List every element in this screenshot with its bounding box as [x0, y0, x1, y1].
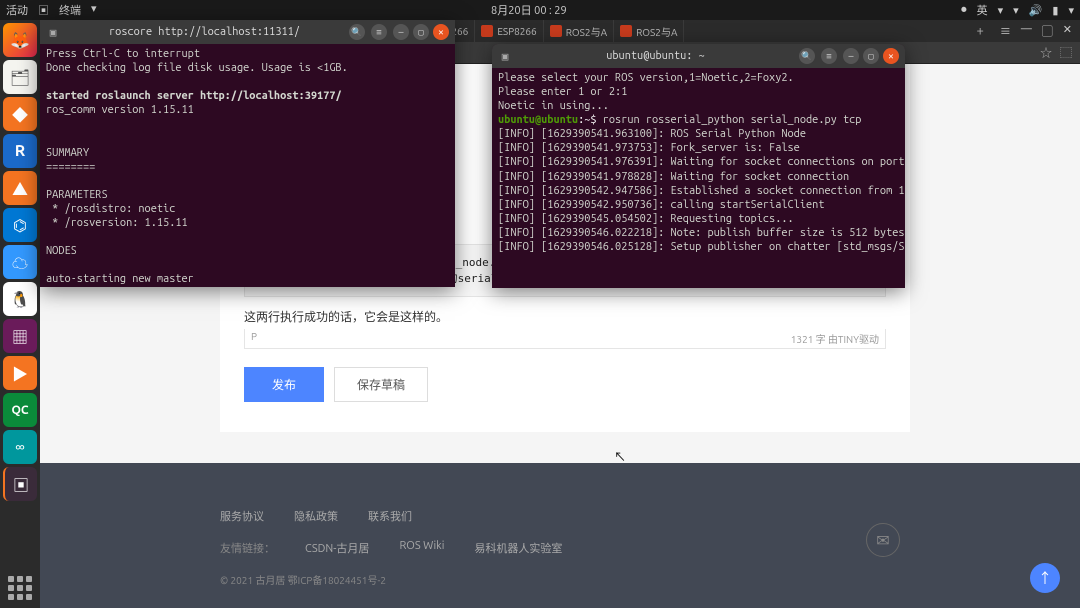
- system-topbar: 活动 ▣ 终端 ▾ 8月20日 00 : 29 ⏺ 英 ▾ ▾ 🔊 ▮ ▾: [0, 0, 1080, 20]
- network-icon[interactable]: ▾: [1013, 4, 1019, 17]
- datetime-label[interactable]: 8月20日 00 : 29: [97, 2, 962, 18]
- dock-qq[interactable]: 🐧: [3, 282, 37, 316]
- editor-statusbar: P 1321 字 由TINY驱动: [244, 329, 886, 349]
- dock-arduino[interactable]: ∞: [3, 430, 37, 464]
- terminal-title: ubuntu@ubuntu: ~: [518, 50, 793, 62]
- terminal-icon: ▣: [38, 2, 49, 18]
- page-footer: 服务协议 隐私政策 联系我们 友情链接： CSDN-古月居 ROS Wiki 易…: [40, 463, 1080, 608]
- terminal-search-icon[interactable]: 🔍: [799, 48, 815, 64]
- browser-menu-button[interactable]: ≡: [1000, 23, 1011, 39]
- wechat-icon[interactable]: ✉: [866, 523, 900, 557]
- terminal-minimize-button[interactable]: —: [843, 48, 859, 64]
- screen-record-icon[interactable]: ⏺: [961, 4, 967, 17]
- footer-link-csdn[interactable]: CSDN-古月居: [305, 540, 369, 556]
- input-language-dropdown-icon[interactable]: ▾: [998, 4, 1004, 17]
- dock-rstudio[interactable]: R: [3, 134, 37, 168]
- terminal-maximize-button[interactable]: ▢: [413, 24, 429, 40]
- dock-media[interactable]: ▦: [3, 319, 37, 353]
- terminal-newtab-icon[interactable]: ▣: [46, 26, 60, 39]
- terminal-output[interactable]: Press Ctrl-C to interrupt Done checking …: [40, 44, 455, 287]
- browser-close-button[interactable]: ✕: [1063, 23, 1072, 39]
- system-menu-dropdown-icon[interactable]: ▾: [1068, 4, 1074, 17]
- terminal-maximize-button[interactable]: ▢: [863, 48, 879, 64]
- dock-cloud[interactable]: ☁: [3, 245, 37, 279]
- footer-link-roswiki[interactable]: ROS Wiki: [399, 540, 444, 556]
- dock-vscode[interactable]: ⌬: [3, 208, 37, 242]
- footer-friends-label: 友情链接：: [220, 540, 275, 556]
- footer-link-terms[interactable]: 服务协议: [220, 508, 264, 524]
- scroll-top-button[interactable]: ↑: [1030, 563, 1060, 593]
- terminal-title: roscore http://localhost:11311/: [66, 26, 343, 38]
- footer-copyright: © 2021 古月居 鄂ICP备18024451号-2: [220, 572, 1080, 587]
- dock-apps-button[interactable]: [0, 576, 40, 600]
- dock-qtcreator[interactable]: QC: [3, 393, 37, 427]
- terminal-menu-icon[interactable]: ≡: [821, 48, 837, 64]
- activities-label[interactable]: 活动: [6, 2, 28, 18]
- tab-label: ROS2与A: [566, 24, 607, 39]
- terminal-search-icon[interactable]: 🔍: [349, 24, 365, 40]
- browser-tab[interactable]: ESP8266: [475, 20, 543, 42]
- dock-terminal[interactable]: ▣: [3, 467, 37, 501]
- input-language-label[interactable]: 英: [977, 2, 988, 18]
- browser-maximize-button[interactable]: ▢: [1042, 23, 1053, 39]
- browser-minimize-button[interactable]: —: [1021, 23, 1032, 39]
- dock-files[interactable]: 🗂: [3, 60, 37, 94]
- footer-link-contact[interactable]: 联系我们: [368, 508, 412, 524]
- editor-status-right: 1321 字 由TINY驱动: [791, 331, 879, 346]
- terminal-close-button[interactable]: ✕: [883, 48, 899, 64]
- browser-tab[interactable]: ROS2与A: [614, 20, 684, 42]
- terminal-menu-icon[interactable]: ≡: [371, 24, 387, 40]
- dock-ubuntu-software[interactable]: ◆: [3, 97, 37, 131]
- dock-presentation[interactable]: ▶: [3, 356, 37, 390]
- dock-vlc[interactable]: ▲: [3, 171, 37, 205]
- tab-label: ROS2与A: [636, 24, 677, 39]
- publish-button[interactable]: 发布: [244, 367, 324, 402]
- terminal-window-rosserial[interactable]: ▣ ubuntu@ubuntu: ~ 🔍 ≡ — ▢ ✕ Please sele…: [492, 44, 905, 288]
- favicon-icon: [481, 25, 493, 37]
- favicon-icon: [620, 25, 632, 37]
- volume-icon[interactable]: 🔊: [1029, 4, 1043, 17]
- tab-label: ESP8266: [497, 26, 536, 37]
- current-app-label[interactable]: 终端: [59, 2, 81, 18]
- dock: 🦊 🗂 ◆ R ▲ ⌬ ☁ 🐧 ▦ ▶ QC ∞ ▣: [0, 20, 40, 608]
- terminal-titlebar[interactable]: ▣ roscore http://localhost:11311/ 🔍 ≡ — …: [40, 20, 455, 44]
- save-draft-button[interactable]: 保存草稿: [334, 367, 428, 402]
- extension-icon[interactable]: ⬚: [1060, 44, 1072, 61]
- footer-link-lab[interactable]: 易科机器人实验室: [474, 540, 562, 556]
- favicon-icon: [550, 25, 562, 37]
- terminal-titlebar[interactable]: ▣ ubuntu@ubuntu: ~ 🔍 ≡ — ▢ ✕: [492, 44, 905, 68]
- footer-link-privacy[interactable]: 隐私政策: [294, 508, 338, 524]
- terminal-window-roscore[interactable]: ▣ roscore http://localhost:11311/ 🔍 ≡ — …: [40, 20, 455, 287]
- newtab-button[interactable]: +: [976, 24, 983, 38]
- article-paragraph[interactable]: 这两行执行成功的话，它会是这样的。: [244, 307, 886, 329]
- bookmark-star-icon[interactable]: ☆: [1040, 44, 1052, 61]
- dock-firefox[interactable]: 🦊: [3, 23, 37, 57]
- terminal-output[interactable]: Please select your ROS version,1=Noetic,…: [492, 68, 905, 257]
- battery-icon[interactable]: ▮: [1052, 4, 1058, 17]
- terminal-newtab-icon[interactable]: ▣: [498, 50, 512, 63]
- editor-status-left: P: [251, 331, 257, 346]
- terminal-close-button[interactable]: ✕: [433, 24, 449, 40]
- terminal-minimize-button[interactable]: —: [393, 24, 409, 40]
- browser-tab[interactable]: ROS2与A: [544, 20, 614, 42]
